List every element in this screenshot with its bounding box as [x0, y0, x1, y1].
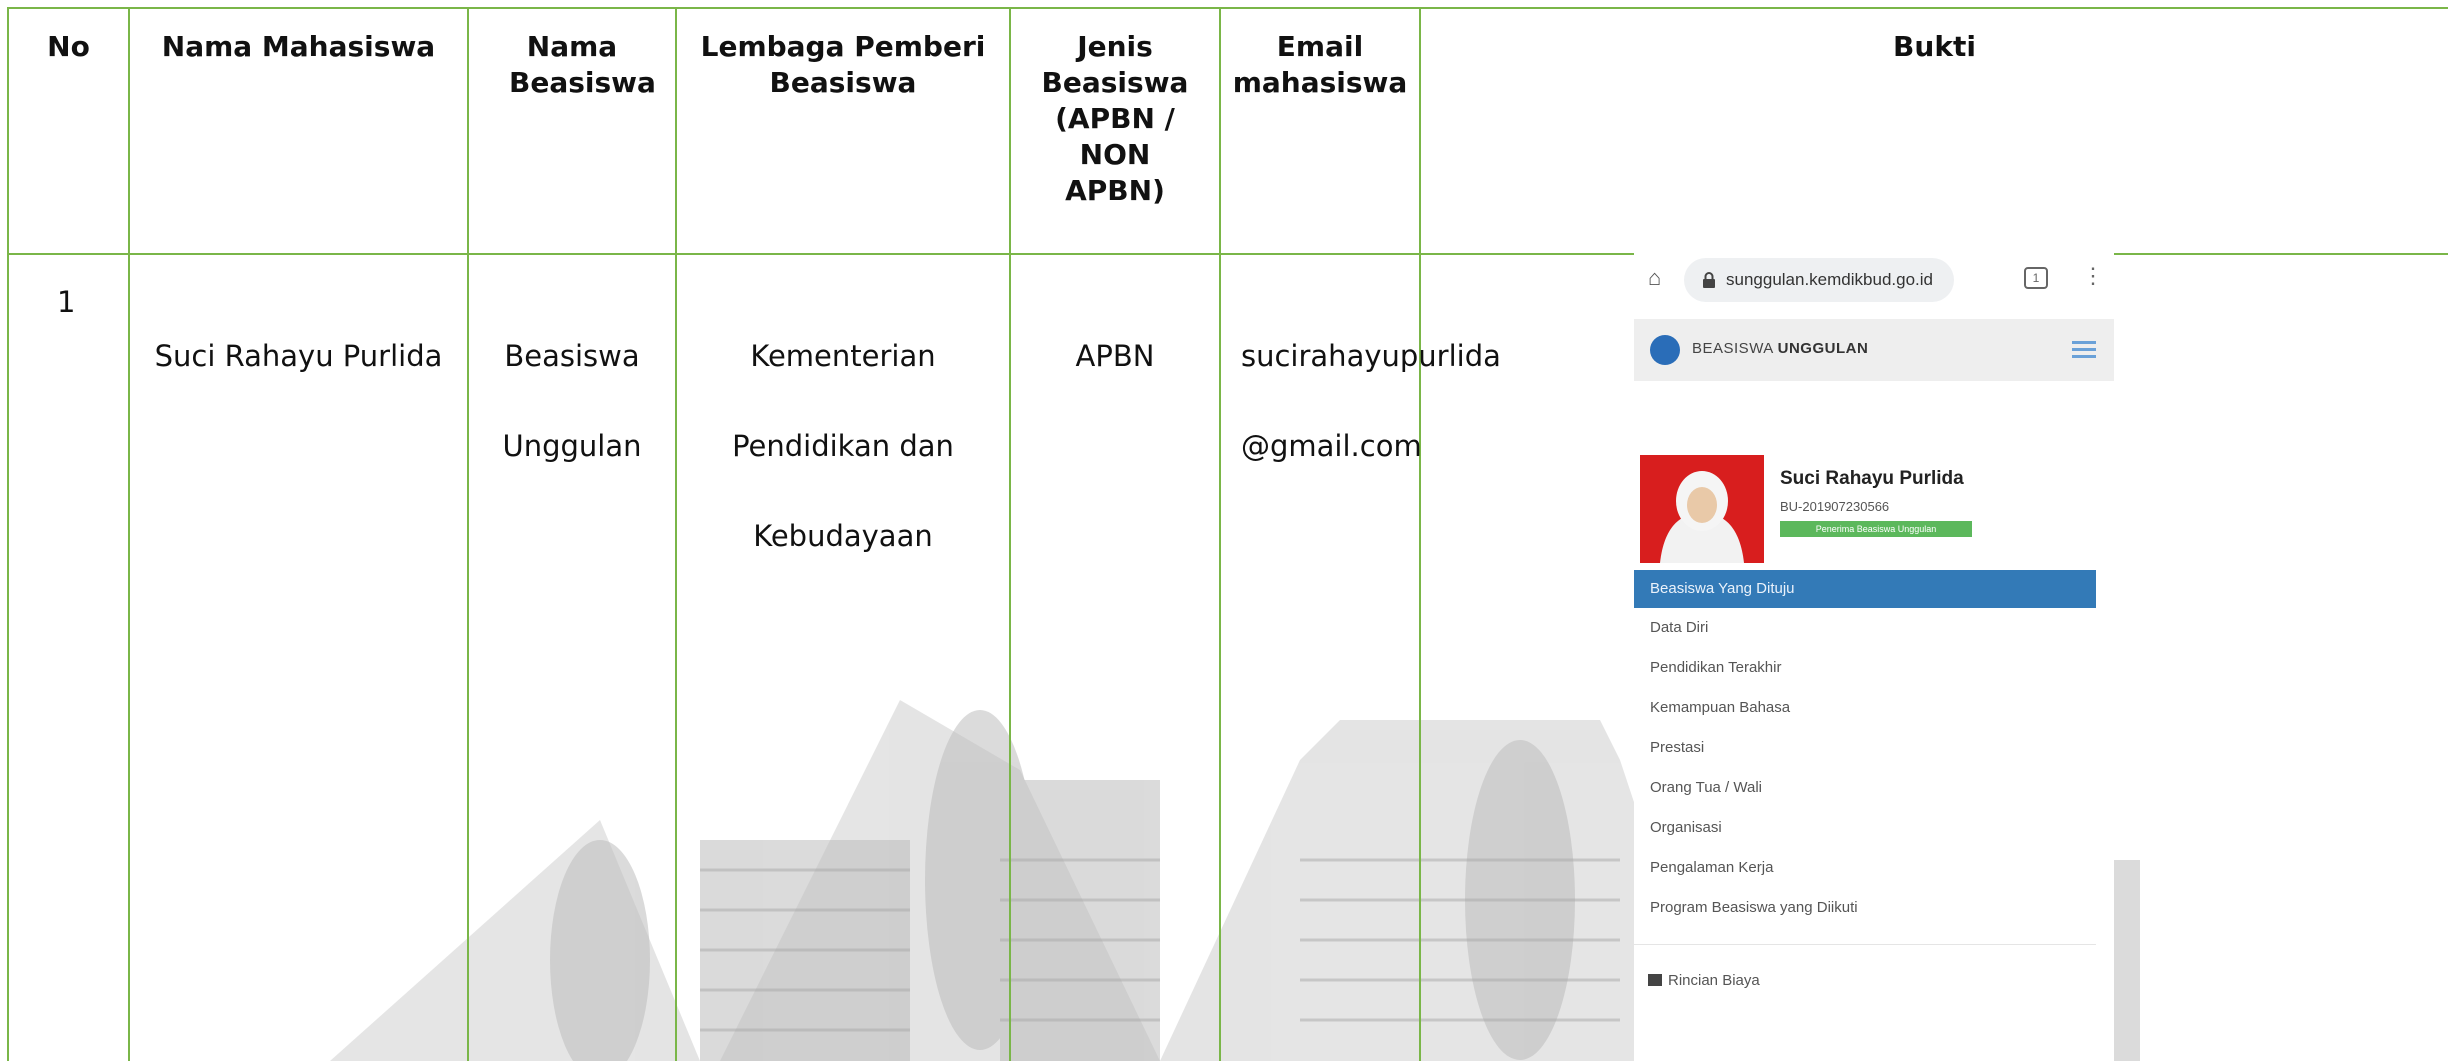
tab-count-icon: 1 — [2024, 267, 2048, 289]
url-text: sunggulan.kemdikbud.go.id — [1726, 270, 1933, 289]
institution-line3: Kebudayaan — [753, 519, 933, 553]
logo-icon — [1650, 335, 1680, 365]
avatar — [1640, 455, 1764, 563]
table-icon — [1648, 974, 1662, 986]
menu-item-pendidikan: Pendidikan Terakhir — [1650, 659, 1782, 676]
hamburger-icon — [2072, 341, 2096, 359]
header-nama-mahasiswa: Nama Mahasiswa — [128, 7, 469, 255]
menu-divider — [1634, 944, 2096, 945]
menu-item-organisasi: Organisasi — [1650, 819, 1722, 836]
cell-lembaga: Kementerian Pendidikan dan Kebudayaan — [675, 253, 1011, 1061]
email-line1: sucirahayupurlida — [1241, 339, 1501, 373]
app-title-bold: UNGGULAN — [1777, 340, 1869, 357]
app-header: BEASISWA UNGGULAN — [1634, 319, 2114, 381]
profile-menu: Beasiswa Yang Dituju Data Diri Pendidika… — [1634, 570, 2096, 1001]
profile-id: BU-201907230566 — [1780, 499, 1890, 514]
cell-nama-beasiswa: Beasiswa Unggulan — [467, 253, 677, 1061]
header-jenis: Jenis Beasiswa (APBN / NON APBN) — [1009, 7, 1221, 255]
address-bar: sunggulan.kemdikbud.go.id — [1684, 258, 1954, 302]
app-title-prefix: BEASISWA — [1692, 340, 1778, 357]
menu-item-orang-tua: Orang Tua / Wali — [1650, 779, 1762, 796]
profile-name: Suci Rahayu Purlida — [1780, 468, 1964, 489]
header-lembaga: Lembaga Pemberi Beasiswa — [675, 7, 1011, 255]
institution-line1: Kementerian — [750, 339, 936, 373]
app-title: BEASISWA UNGGULAN — [1692, 340, 1868, 357]
header-row: No Nama Mahasiswa Nama Beasiswa Lembaga … — [7, 7, 2448, 255]
row-number: 1 — [57, 285, 76, 319]
student-name: Suci Rahayu Purlida — [154, 339, 443, 373]
scholarship-type: APBN — [1075, 339, 1155, 373]
scholarship-name-line2: Unggulan — [502, 429, 642, 463]
menu-item-pengalaman: Pengalaman Kerja — [1650, 859, 1774, 876]
header-no: No — [7, 7, 130, 255]
browser-url-bar: ⌂ sunggulan.kemdikbud.go.id 1 ⋮ — [1634, 243, 2114, 319]
header-bukti: Bukti — [1419, 7, 2448, 255]
rincian-biaya: Rincian Biaya — [1634, 961, 2096, 1001]
menu-item-prestasi: Prestasi — [1650, 739, 1705, 756]
cell-no: 1 — [7, 253, 130, 1061]
scholarship-name-line1: Beasiswa — [504, 339, 640, 373]
lock-icon — [1703, 272, 1715, 288]
menu-item-bahasa: Kemampuan Bahasa — [1650, 699, 1791, 716]
home-icon: ⌂ — [1648, 265, 1662, 290]
institution-line2: Pendidikan dan — [732, 429, 954, 463]
menu-item-data-diri: Data Diri — [1650, 619, 1709, 636]
cell-email: sucirahayupurlida @gmail.com — [1219, 253, 1501, 1061]
cell-nama-mahasiswa: Suci Rahayu Purlida — [128, 253, 469, 1061]
more-menu-icon: ⋮ — [2082, 263, 2104, 288]
menu-item-beasiswa-dituju: Beasiswa Yang Dituju — [1634, 570, 2096, 608]
rincian-label: Rincian Biaya — [1668, 972, 1760, 989]
header-nama-beasiswa: Nama Beasiswa — [467, 7, 677, 255]
menu-item-program: Program Beasiswa yang Diikuti — [1650, 899, 1858, 916]
header-email: Email mahasiswa — [1219, 7, 1421, 255]
bukti-screenshot: ⌂ sunggulan.kemdikbud.go.id 1 ⋮ BEASISWA… — [1634, 243, 2114, 1061]
cell-jenis: APBN — [1009, 253, 1221, 1061]
email-line2: @gmail.com — [1241, 429, 1422, 463]
status-badge: Penerima Beasiswa Unggulan — [1780, 521, 1972, 537]
